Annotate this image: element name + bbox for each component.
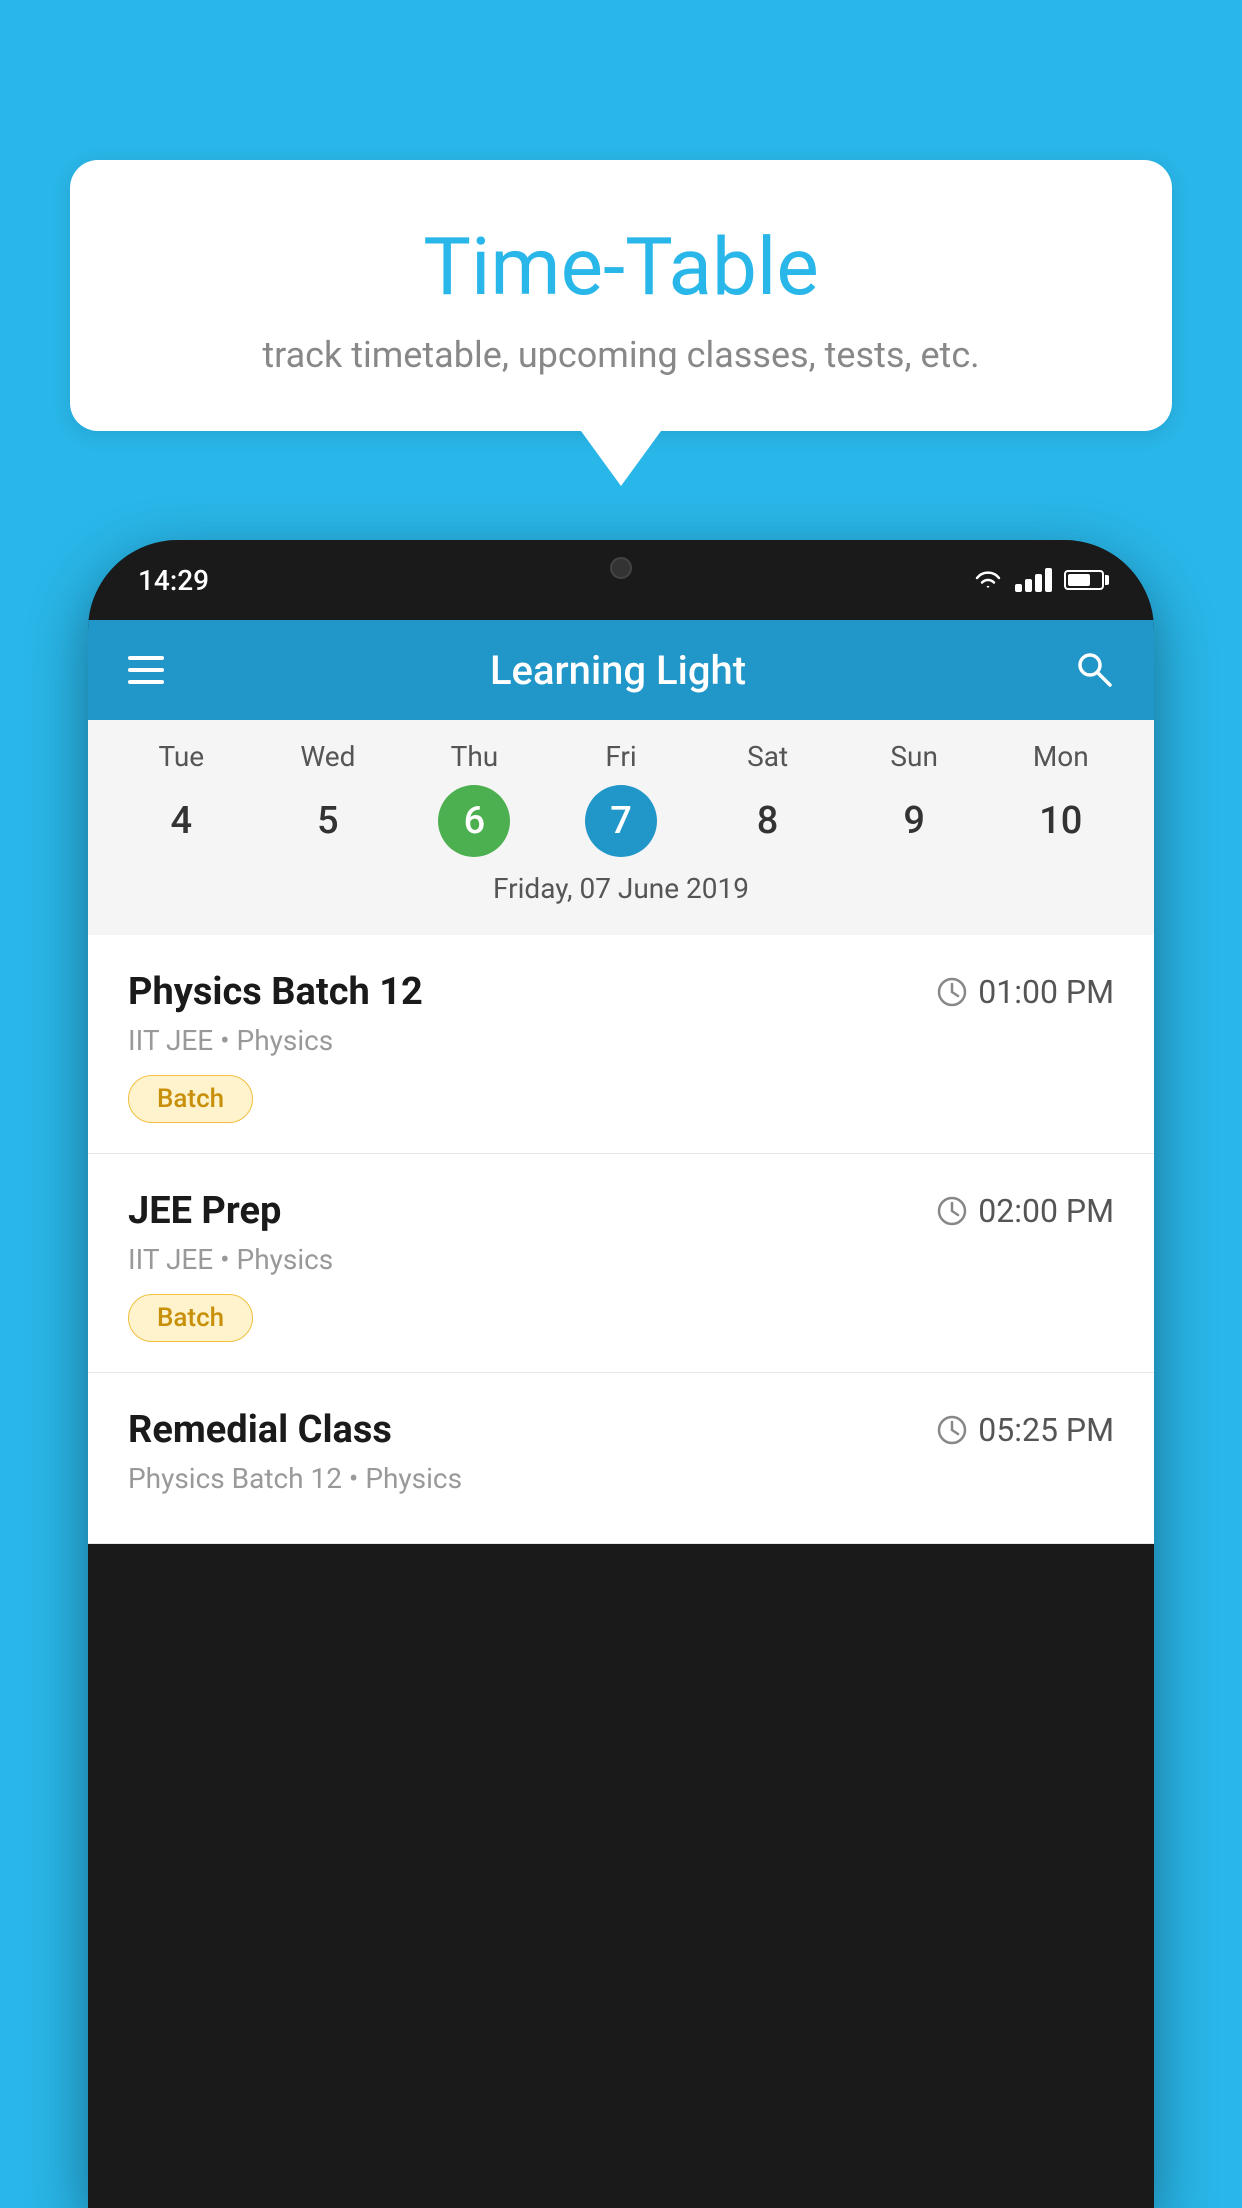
wifi-icon [973, 568, 1003, 592]
status-time: 14:29 [138, 564, 209, 597]
camera [610, 557, 632, 579]
day-circle-5: 5 [292, 785, 364, 857]
schedule-item-3-subtitle: Physics Batch 12 • Physics [128, 1462, 1114, 1495]
schedule-item-2-time: 02:00 PM [936, 1192, 1114, 1230]
schedule-item-1-badge: Batch [128, 1075, 253, 1123]
schedule-item-2-header: JEE Prep 02:00 PM [128, 1189, 1114, 1233]
schedule-item-2-subtitle: IIT JEE • Physics [128, 1243, 1114, 1276]
day-header-thu: Thu [401, 740, 548, 785]
day-9[interactable]: 9 [841, 785, 988, 857]
schedule-list: Physics Batch 12 01:00 PM IIT JEE • Phys… [88, 935, 1154, 1544]
schedule-item-3[interactable]: Remedial Class 05:25 PM Physics Batch 12… [88, 1373, 1154, 1544]
day-header-wed: Wed [255, 740, 402, 785]
day-circle-8: 8 [732, 785, 804, 857]
schedule-item-1-title: Physics Batch 12 [128, 970, 423, 1014]
day-6[interactable]: 6 [401, 785, 548, 857]
phone-frame: 14:29 [88, 540, 1154, 2208]
schedule-item-1-subtitle: IIT JEE • Physics [128, 1024, 1114, 1057]
speech-bubble-subtitle: track timetable, upcoming classes, tests… [130, 334, 1112, 376]
hamburger-menu-icon[interactable] [128, 656, 164, 684]
hamburger-line-3 [128, 680, 164, 684]
speech-bubble-title: Time-Table [130, 220, 1112, 314]
speech-bubble-arrow [581, 431, 661, 486]
day-5[interactable]: 5 [255, 785, 402, 857]
day-header-fri: Fri [548, 740, 695, 785]
schedule-item-1-header: Physics Batch 12 01:00 PM [128, 970, 1114, 1014]
status-bar: 14:29 [88, 540, 1154, 620]
day-circle-9: 9 [878, 785, 950, 857]
schedule-item-3-time: 05:25 PM [936, 1411, 1114, 1449]
schedule-item-1-time-text: 01:00 PM [978, 973, 1114, 1011]
battery-icon [1064, 570, 1104, 590]
speech-bubble: Time-Table track timetable, upcoming cla… [70, 160, 1172, 431]
clock-icon-1 [936, 976, 968, 1008]
schedule-item-2-time-text: 02:00 PM [978, 1192, 1114, 1230]
day-7[interactable]: 7 [548, 785, 695, 857]
app-header: Learning Light [88, 620, 1154, 720]
phone-container: 14:29 [88, 540, 1154, 2208]
clock-icon-2 [936, 1195, 968, 1227]
day-circle-6-today: 6 [438, 785, 510, 857]
app-title: Learning Light [490, 647, 746, 694]
day-header-sat: Sat [694, 740, 841, 785]
day-circle-4: 4 [145, 785, 217, 857]
schedule-item-3-title: Remedial Class [128, 1408, 392, 1452]
schedule-item-2-title: JEE Prep [128, 1189, 281, 1233]
schedule-item-3-time-text: 05:25 PM [978, 1411, 1114, 1449]
hamburger-line-1 [128, 656, 164, 660]
hamburger-line-2 [128, 668, 164, 672]
selected-date-label: Friday, 07 June 2019 [88, 857, 1154, 925]
schedule-item-2[interactable]: JEE Prep 02:00 PM IIT JEE • Physics Batc… [88, 1154, 1154, 1373]
day-header-mon: Mon [987, 740, 1134, 785]
day-headers: Tue Wed Thu Fri Sat Sun Mon [88, 740, 1154, 785]
day-header-sun: Sun [841, 740, 988, 785]
day-8[interactable]: 8 [694, 785, 841, 857]
day-10[interactable]: 10 [987, 785, 1134, 857]
signal-icon [1015, 568, 1052, 592]
calendar-strip: Tue Wed Thu Fri Sat Sun Mon 4 5 6 7 [88, 720, 1154, 935]
notch [561, 540, 681, 595]
clock-icon-3 [936, 1414, 968, 1446]
schedule-item-1-time: 01:00 PM [936, 973, 1114, 1011]
day-header-tue: Tue [108, 740, 255, 785]
search-button[interactable] [1072, 647, 1114, 693]
status-icons [973, 568, 1104, 592]
battery-fill [1068, 574, 1090, 586]
schedule-item-1[interactable]: Physics Batch 12 01:00 PM IIT JEE • Phys… [88, 935, 1154, 1154]
speech-bubble-container: Time-Table track timetable, upcoming cla… [70, 160, 1172, 486]
day-4[interactable]: 4 [108, 785, 255, 857]
schedule-item-2-badge: Batch [128, 1294, 253, 1342]
schedule-item-3-header: Remedial Class 05:25 PM [128, 1408, 1114, 1452]
day-numbers: 4 5 6 7 8 9 10 [88, 785, 1154, 857]
day-circle-10: 10 [1025, 785, 1097, 857]
day-circle-7-selected: 7 [585, 785, 657, 857]
